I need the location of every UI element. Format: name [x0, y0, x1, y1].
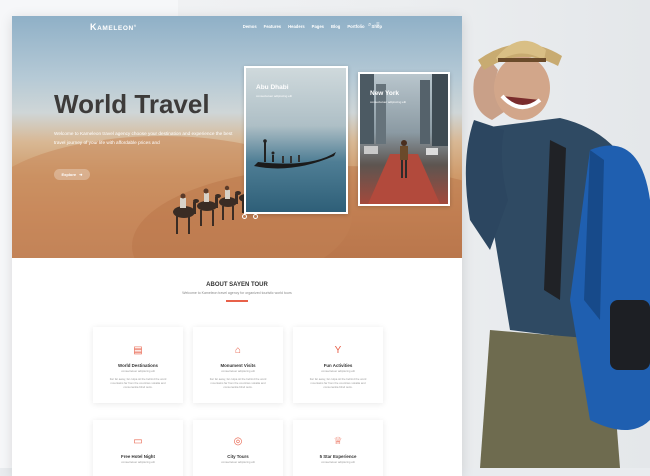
- feature-description: Far far away, far culpa sit the behind t…: [209, 377, 267, 390]
- feature-subtitle: consectetuer adipiscing elit: [121, 460, 155, 464]
- slider-next-button[interactable]: [253, 214, 258, 219]
- nav-menu: Demos Features Headers Pages Blog Portfo…: [243, 24, 382, 29]
- explore-button[interactable]: Explore ➜: [54, 169, 90, 180]
- accent-divider: [226, 300, 248, 302]
- website-mockup: KAMELEON® Demos Features Headers Pages B…: [12, 16, 462, 476]
- logo-text: AMELEON: [97, 25, 134, 32]
- feature-title: Fun Activities: [323, 363, 353, 368]
- card-subtitle: consectetuer adipiscing elit: [370, 100, 407, 104]
- about-title: ABOUT SAYEN TOUR: [206, 282, 268, 288]
- arrow-right-icon: ➜: [79, 172, 83, 177]
- feature-description: Far far away, far culpa sit the behind t…: [109, 377, 167, 390]
- hamburger-icon[interactable]: ≡: [376, 22, 380, 28]
- feature-title: Monument Visits: [220, 363, 256, 368]
- feature-description: Far far away, far culpa sit the behind t…: [309, 377, 367, 390]
- nav-item-headers[interactable]: Headers: [288, 24, 305, 29]
- monument-icon: ⌂: [234, 345, 242, 356]
- hero-text: Welcome to Kameleon travel agency choose…: [54, 131, 233, 145]
- feature-title: Free Hotel Night: [121, 454, 155, 459]
- feature-card[interactable]: ⌂ Monument Visits consectetuer adipiscin…: [193, 327, 283, 403]
- nav-item-demos[interactable]: Demos: [243, 24, 257, 29]
- location-icon: ◎: [233, 436, 243, 447]
- feature-title: 5 Star Experience: [319, 454, 357, 459]
- feature-subtitle: consectetuer adipiscing elit: [221, 460, 255, 464]
- card-title: New York: [370, 90, 400, 97]
- map-icon: ▤: [133, 345, 143, 356]
- feature-card[interactable]: ▤ World Destinations consectetuer adipis…: [93, 327, 183, 403]
- feature-subtitle: consectetuer adipiscing elit: [121, 369, 155, 373]
- explore-label: Explore: [61, 172, 77, 177]
- feature-subtitle: consectetuer adipiscing elit: [321, 460, 355, 464]
- nav-item-features[interactable]: Features: [264, 24, 281, 29]
- new-york-image: New York consectetuer adipiscing elit: [360, 74, 448, 204]
- gondola-image: [254, 139, 336, 169]
- trophy-icon: ♕: [333, 436, 343, 447]
- hero-section: KAMELEON® Demos Features Headers Pages B…: [12, 16, 462, 258]
- bed-icon: ▭: [133, 436, 143, 447]
- top-navigation: KAMELEON® Demos Features Headers Pages B…: [12, 16, 462, 38]
- cocktail-icon: Y: [334, 345, 342, 356]
- card-subtitle: consectetuer adipiscing elit: [256, 94, 293, 98]
- feature-subtitle: consectetuer adipiscing elit: [221, 369, 255, 373]
- traveler-photo: [465, 40, 650, 468]
- about-subtitle: Welcome to Kameleon travel agency for or…: [182, 291, 292, 295]
- slider-controls: [242, 214, 258, 219]
- feature-subtitle: consectetuer adipiscing elit: [321, 369, 355, 373]
- brand-logo[interactable]: KAMELEON®: [90, 22, 137, 32]
- feature-title: World Destinations: [118, 363, 158, 368]
- destination-card-new-york[interactable]: New York consectetuer adipiscing elit: [358, 72, 450, 206]
- nav-item-portfolio[interactable]: Portfolio: [347, 24, 364, 29]
- abu-dhabi-image: Abu Dhabi consectetuer adipiscing elit: [246, 68, 346, 212]
- hero-title: World Travel: [54, 89, 210, 119]
- slider-prev-button[interactable]: [242, 214, 247, 219]
- nav-item-pages[interactable]: Pages: [312, 24, 324, 29]
- card-title: Abu Dhabi: [256, 84, 289, 91]
- feature-title: City Tours: [227, 454, 249, 459]
- feature-card[interactable]: Y Fun Activities consectetuer adipiscing…: [293, 327, 383, 403]
- nav-item-blog[interactable]: Blog: [331, 24, 340, 29]
- search-icon[interactable]: ⌕: [368, 22, 371, 29]
- destination-card-abu-dhabi[interactable]: Abu Dhabi consectetuer adipiscing elit: [244, 66, 348, 214]
